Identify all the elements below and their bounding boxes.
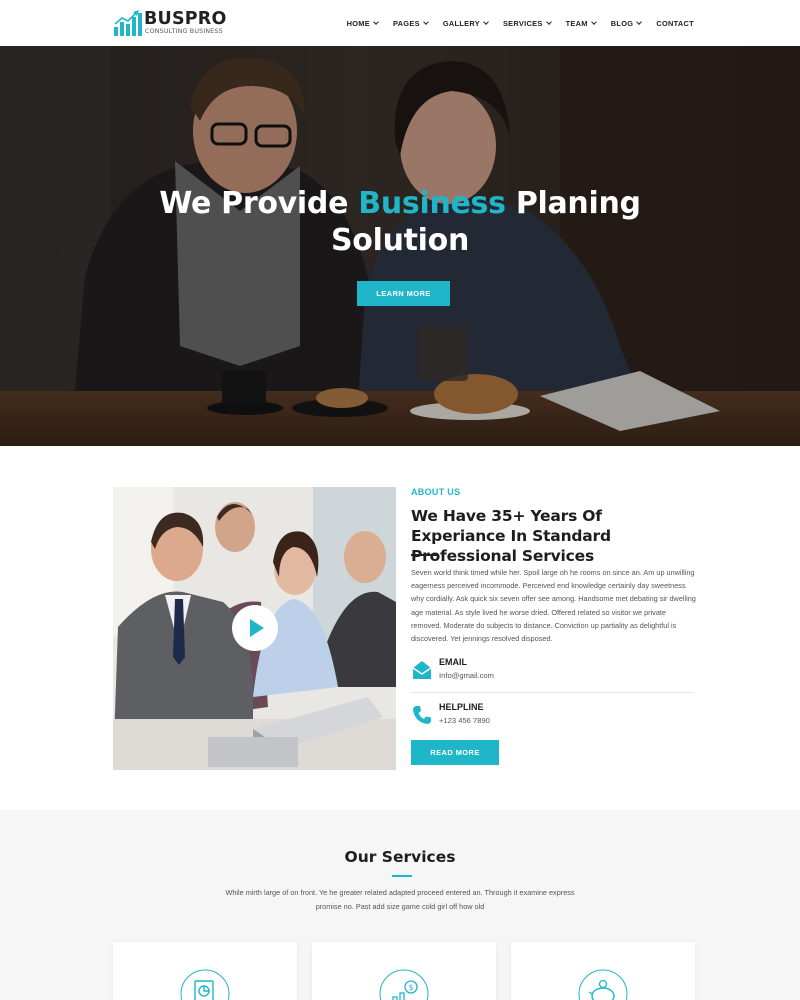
phone-icon [413,706,431,724]
chevron-down-icon [422,18,429,25]
read-more-button[interactable]: READ MORE [411,740,499,765]
chevron-down-icon [373,18,379,25]
svg-text:$: $ [408,983,413,992]
envelope-icon [412,661,432,679]
contact-helpline: HELPLINE +123 456 7890 [411,702,694,732]
brand-name: BUSPRO [144,9,227,29]
email-value[interactable]: Info@gmail.com [439,671,494,680]
hero-section: We Provide Business Planing Solution LEA… [0,46,800,446]
nav-item-services[interactable]: SERVICES [502,18,552,28]
nav-item-label: SERVICES [502,18,543,28]
play-icon [250,619,264,637]
nav-item-label: HOME [346,18,370,28]
chevron-down-icon [636,18,643,25]
brand-tagline: CONSULTING BUSINESS [145,28,223,35]
nav-item-label: TEAM [565,18,588,28]
services-section: Our Services While mirth large of on fro… [0,810,800,1000]
nav-item-gallery[interactable]: GALLERY [442,18,489,28]
nav-item-label: PAGES [392,18,420,28]
services-title-underline [392,875,412,877]
play-video-button[interactable] [232,605,278,651]
nav-item-home[interactable]: HOME [346,18,379,28]
brand-logo[interactable]: BUSPRO CONSULTING BUSINESS [113,9,233,39]
hero-title-line2: Solution [330,223,470,258]
chevron-down-icon [483,18,489,25]
about-section-label: ABOUT US [411,487,461,497]
chevron-down-icon [545,18,552,25]
nav-item-blog[interactable]: BLOG [610,18,643,28]
helpline-value[interactable]: +123 456 7890 [439,716,490,725]
nav-item-label: CONTACT [656,18,694,28]
money-growth-icon: $ [379,969,429,1000]
service-card[interactable]: $ [312,942,496,1000]
learn-more-button[interactable]: LEARN MORE [357,281,450,306]
document-chart-icon [180,969,230,1000]
chevron-down-icon [590,18,597,25]
email-label: EMAIL [439,657,467,667]
contact-divider [411,692,694,693]
nav-item-team[interactable]: TEAM [565,18,597,28]
piggy-bank-icon [578,969,628,1000]
site-header: BUSPRO CONSULTING BUSINESS HOME PAGES GA… [0,0,800,46]
services-title: Our Services [344,848,456,866]
about-description: Seven world think timed while her. Spoil… [411,568,696,644]
contact-email: EMAIL Info@gmail.com [411,657,694,687]
bar-chart-logo-icon [114,10,142,36]
nav-item-label: BLOG [610,18,634,28]
service-card[interactable] [511,942,695,1000]
nav-item-contact[interactable]: CONTACT [656,19,694,28]
nav-item-pages[interactable]: PAGES [392,18,429,28]
hero-title: We Provide Business Planing Solution [0,185,800,259]
services-description: While mirth large of on front. Ye he gre… [225,888,575,911]
hero-title-part: We Provide [159,186,359,221]
hero-title-part: Planing [505,186,641,221]
helpline-label: HELPLINE [439,702,484,712]
about-title: We Have 35+ Years Of Experiance In Stand… [411,507,611,565]
service-card[interactable] [113,942,297,1000]
main-nav: HOME PAGES GALLERY SERVICES TEAM BLOG CO… [347,0,694,46]
about-title-underline [411,554,437,556]
hero-title-accent: Business [358,186,506,221]
nav-item-label: GALLERY [442,18,480,28]
